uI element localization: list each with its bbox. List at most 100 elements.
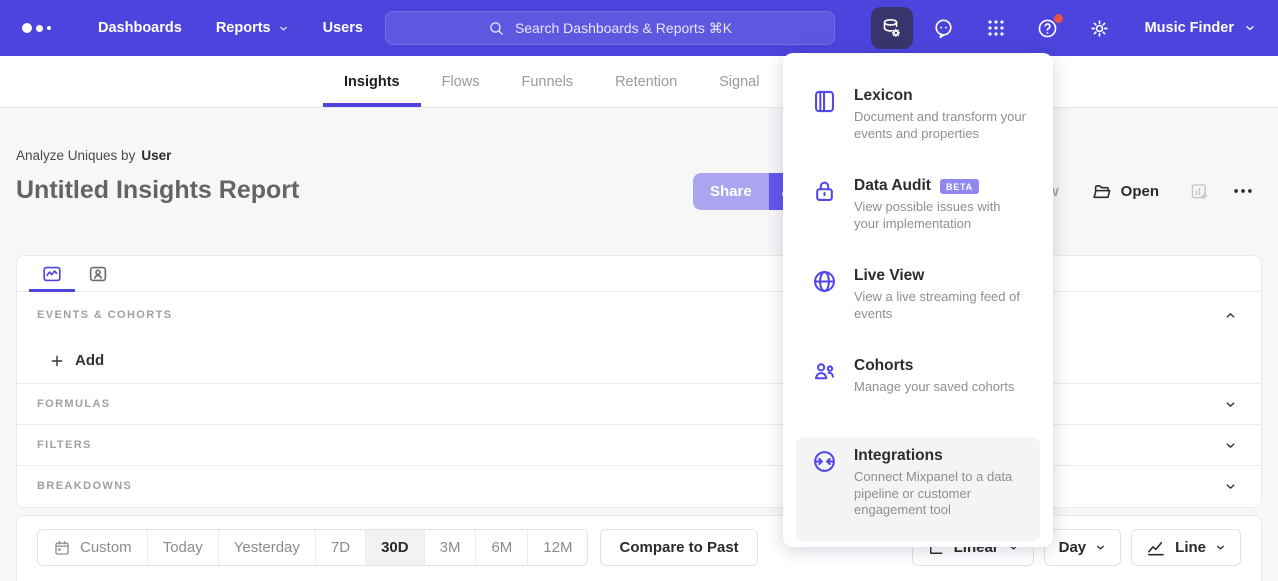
range-today[interactable]: Today [148,530,219,565]
breakdowns-label: BREAKDOWNS [37,480,132,492]
query-builder-panel: EVENTS & COHORTS Add FORMULAS FILTERS BR… [16,255,1262,508]
section-formulas[interactable]: FORMULAS [17,383,1261,424]
cohorts-people-icon [811,358,838,385]
help-button[interactable] [1027,7,1069,49]
calendar-icon [53,539,71,557]
analyze-entity-selector[interactable]: User [141,148,171,163]
popup-item-data-audit[interactable]: Data Audit BETA View possible issues wit… [796,167,1040,257]
speech-bubble-icon [932,17,955,40]
popup-item-integrations[interactable]: Integrations Connect Mixpanel to a data … [796,437,1040,541]
folder-icon [1091,181,1112,202]
chevron-down-icon [1095,542,1106,553]
chevron-down-icon[interactable] [1224,439,1237,452]
primary-nav: Dashboards Reports Users [85,12,376,44]
chart-type-dropdown[interactable]: Line [1131,529,1241,566]
feedback-button[interactable] [923,7,965,49]
chevron-down-icon [1215,542,1226,553]
popup-item-description: View a live streaming feed of events [854,289,1028,322]
project-name: Music Finder [1145,20,1234,36]
chevron-down-icon [278,23,289,34]
project-switcher[interactable]: Music Finder [1139,12,1262,44]
popup-item-title: Lexicon [854,87,913,105]
popup-item-title: Live View [854,267,924,285]
chevron-up-icon[interactable] [1224,309,1237,322]
tab-retention[interactable]: Retention [594,56,698,107]
range-yesterday[interactable]: Yesterday [219,530,316,565]
report-header: Analyze Uniques by User Untitled Insights… [16,148,299,205]
add-to-board-button[interactable] [1189,181,1210,202]
range-30d[interactable]: 30D [366,530,425,565]
range-custom[interactable]: Custom [38,530,148,565]
integrations-sync-icon [811,448,838,475]
report-title[interactable]: Untitled Insights Report [16,176,299,205]
notification-dot [1054,14,1063,23]
open-report-button[interactable]: Open [1091,181,1159,202]
popup-item-description: Manage your saved cohorts [854,379,1028,396]
formulas-label: FORMULAS [37,398,111,410]
compare-to-past-button[interactable]: Compare to Past [600,529,757,566]
interval-dropdown[interactable]: Day [1044,529,1122,566]
range-3m[interactable]: 3M [425,530,477,565]
add-event-row: Add [17,338,1261,383]
nav-users[interactable]: Users [310,12,376,44]
mixpanel-logo-icon[interactable] [22,23,51,33]
date-range-control: Custom Today Yesterday 7D 30D 3M 6M 12M [37,529,588,566]
popup-item-title: Data Audit [854,177,931,195]
metrics-chart-icon [41,263,63,285]
range-12m[interactable]: 12M [528,530,587,565]
popup-item-live-view[interactable]: Live View View a live streaming feed of … [796,257,1040,347]
tab-insights[interactable]: Insights [323,56,421,107]
board-chart-plus-icon [1189,181,1210,202]
popup-item-description: Document and transform your events and p… [854,109,1028,142]
apps-grid-button[interactable] [975,7,1017,49]
more-options-button[interactable] [1232,180,1254,202]
popup-item-description: Connect Mixpanel to a data pipeline or c… [854,469,1028,519]
chart-toolbar: Custom Today Yesterday 7D 30D 3M 6M 12M … [16,515,1262,581]
popup-item-description: View possible issues with your implement… [854,199,1028,232]
add-event-button[interactable]: Add [49,352,104,369]
filters-label: FILTERS [37,439,92,451]
popup-item-title: Integrations [854,447,943,465]
share-button[interactable]: Share [693,173,769,210]
section-events-cohorts: EVENTS & COHORTS [17,292,1261,338]
report-tabbar: Insights Flows Funnels Retention Signal … [0,56,1278,108]
chevron-down-icon [1244,22,1256,34]
section-breakdowns[interactable]: BREAKDOWNS [17,465,1261,506]
popup-item-lexicon[interactable]: Lexicon Document and transform your even… [796,77,1040,167]
data-management-popup: Lexicon Document and transform your even… [783,53,1053,547]
range-6m[interactable]: 6M [476,530,528,565]
events-cohorts-label: EVENTS & COHORTS [37,309,172,321]
lexicon-book-icon [811,88,838,115]
top-nav: Dashboards Reports Users Search Dashboar… [0,0,1278,56]
popup-item-title: Cohorts [854,357,913,375]
gear-icon [1088,17,1111,40]
ellipsis-icon [1232,180,1254,202]
analyze-prefix: Analyze Uniques by [16,148,135,163]
nav-reports[interactable]: Reports [203,12,302,44]
line-chart-icon [1146,538,1166,558]
popup-item-cohorts[interactable]: Cohorts Manage your saved cohorts [796,347,1040,437]
tab-signal[interactable]: Signal [698,56,780,107]
events-mode-tab[interactable] [29,256,75,291]
global-search-input[interactable]: Search Dashboards & Reports ⌘K [385,11,835,45]
nav-right-cluster: Music Finder [871,0,1262,56]
database-gear-icon [880,17,903,40]
profiles-mode-tab[interactable] [75,256,121,291]
search-icon [488,20,505,37]
plus-icon [49,353,65,369]
data-management-button[interactable] [871,7,913,49]
globe-icon [811,268,838,295]
settings-button[interactable] [1079,7,1121,49]
analyze-line: Analyze Uniques by User [16,148,299,163]
tab-funnels[interactable]: Funnels [500,56,594,107]
person-icon [87,263,109,285]
beta-badge: BETA [940,179,979,194]
tab-flows[interactable]: Flows [421,56,501,107]
search-placeholder: Search Dashboards & Reports ⌘K [515,20,732,37]
chevron-down-icon[interactable] [1224,398,1237,411]
grid-icon [985,17,1007,39]
chevron-down-icon[interactable] [1224,480,1237,493]
section-filters[interactable]: FILTERS [17,424,1261,465]
range-7d[interactable]: 7D [316,530,366,565]
nav-dashboards[interactable]: Dashboards [85,12,195,44]
